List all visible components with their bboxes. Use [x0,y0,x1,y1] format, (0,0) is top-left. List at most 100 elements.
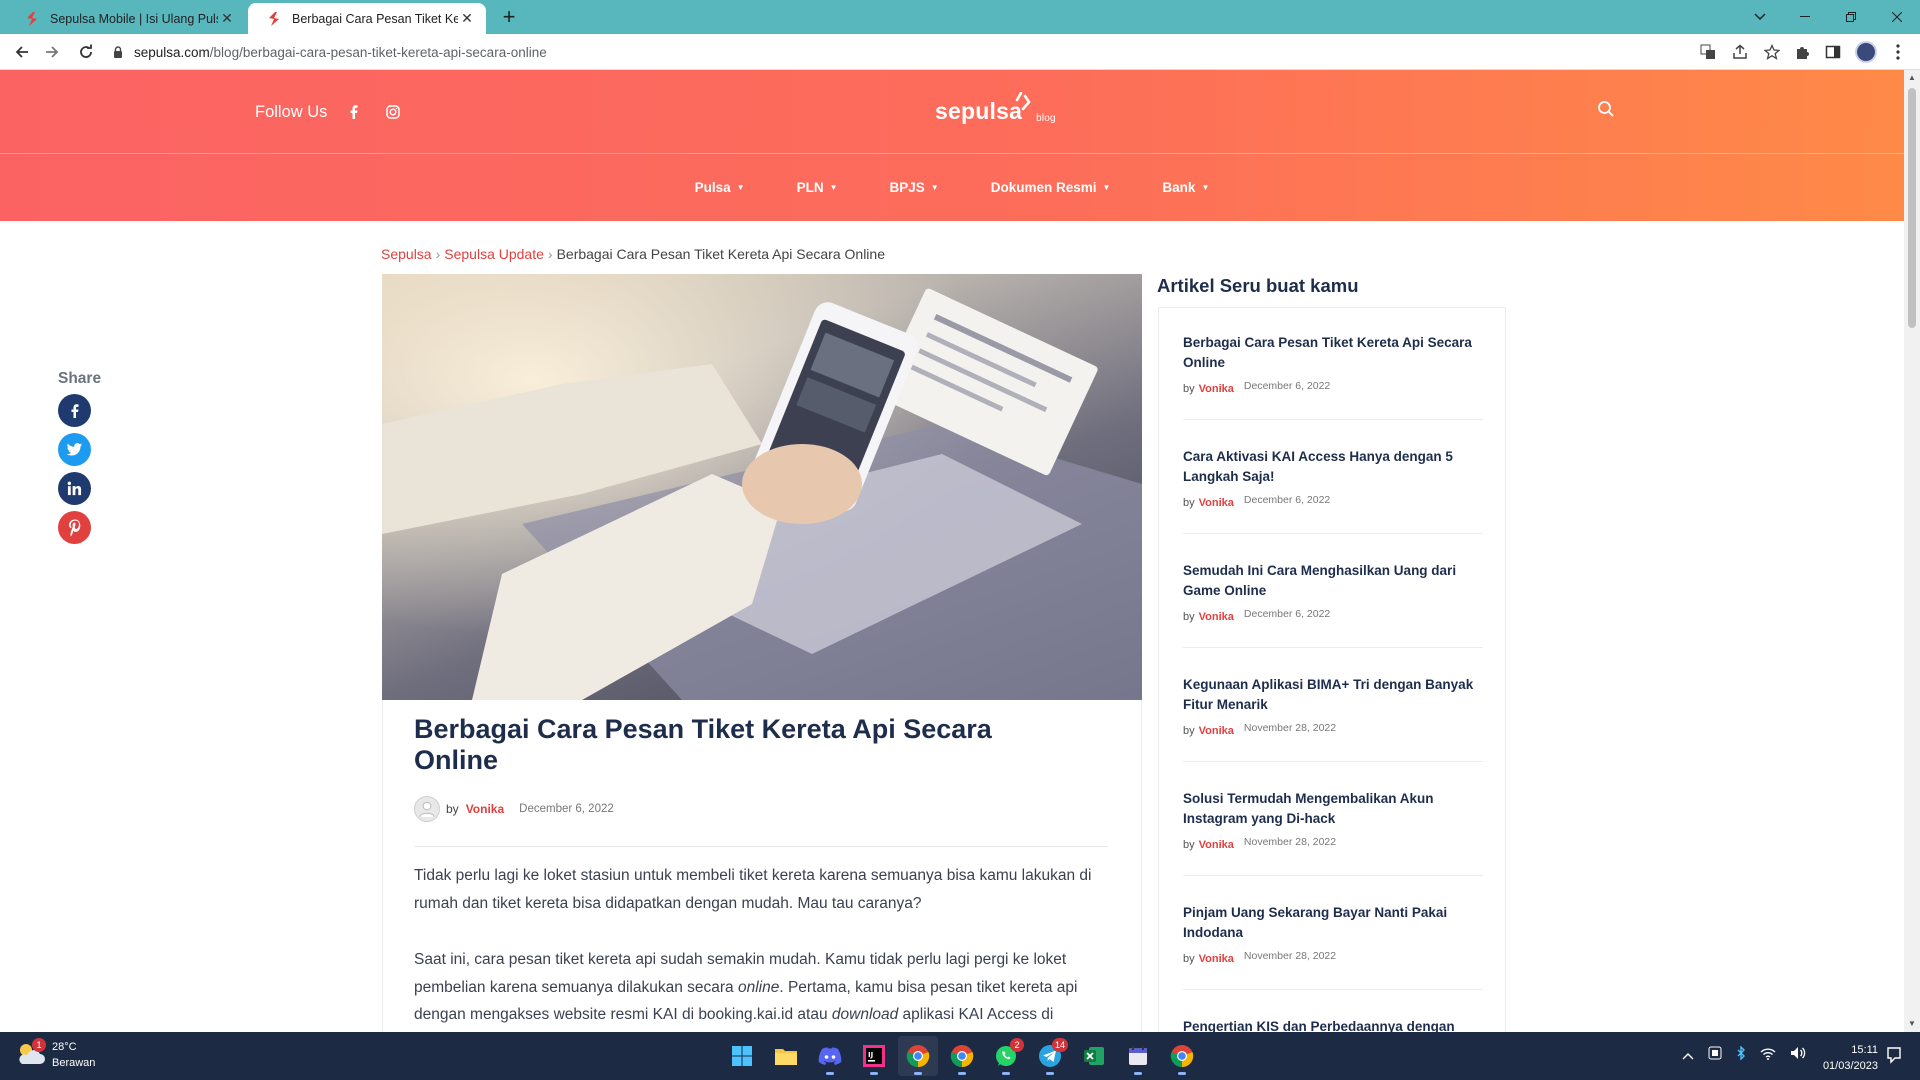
lock-icon[interactable] [110,44,126,60]
author-link[interactable]: Vonika [1199,725,1234,737]
facebook-icon[interactable] [343,102,363,122]
wifi-icon[interactable] [1760,1047,1776,1065]
url-text[interactable]: sepulsa.com/blog/berbagai-cara-pesan-tik… [134,45,547,60]
system-tray [1682,1045,1806,1065]
author-link[interactable]: Vonika [1199,383,1234,395]
related-article-title[interactable]: Pinjam Uang Sekarang Bayar Nanti Pakai I… [1183,903,1483,943]
related-article-title[interactable]: Berbagai Cara Pesan Tiket Kereta Api Sec… [1183,333,1483,373]
weather-widget[interactable]: 1 28°C Berawan [16,1038,95,1071]
restore-button[interactable] [1828,0,1874,34]
author-link[interactable]: Vonika [1199,611,1234,623]
reload-icon[interactable] [72,39,100,65]
author-link[interactable]: Vonika [1199,839,1234,851]
logo-suffix: blog [1036,113,1056,124]
nav-item-bpjs[interactable]: BPJS ▼ [864,180,965,195]
discord-button[interactable] [810,1036,850,1076]
author-link[interactable]: Vonika [1199,953,1234,965]
nav-item-dokumen-resmi[interactable]: Dokumen Resmi ▼ [965,180,1137,195]
nav-item-pulsa[interactable]: Pulsa ▼ [669,180,771,195]
browser-tab-sepulsa-mobile[interactable]: Sepulsa Mobile | Isi Ulang Pulsa S ✕ [6,3,246,34]
onedrive-icon[interactable] [1708,1046,1722,1065]
running-indicator [1002,1072,1010,1075]
author-link[interactable]: Vonika [1199,497,1234,509]
related-article[interactable]: Solusi Termudah Mengembalikan Akun Insta… [1183,789,1483,851]
breadcrumb-link-sepulsa-update[interactable]: Sepulsa Update [444,246,544,262]
scroll-thumb[interactable] [1908,88,1916,328]
instagram-icon[interactable] [383,102,403,122]
related-article[interactable]: Berbagai Cara Pesan Tiket Kereta Api Sec… [1183,333,1483,395]
share-pinterest-button[interactable] [58,511,91,544]
search-icon[interactable] [1597,100,1619,122]
excel-button[interactable] [1074,1036,1114,1076]
url-path: /blog/berbagai-cara-pesan-tiket-kereta-a… [209,44,547,60]
publish-date: November 28, 2022 [1243,950,1337,962]
start-button[interactable] [722,1036,762,1076]
share-facebook-button[interactable] [58,394,91,427]
chrome-button[interactable] [898,1036,938,1076]
related-article[interactable]: Cara Aktivasi KAI Access Hanya dengan 5 … [1183,447,1483,509]
close-tab-icon[interactable]: ✕ [218,10,236,28]
side-panel-icon[interactable] [1823,42,1843,62]
sepulsa-blog-logo[interactable]: sepulsa blog [935,92,1056,125]
tray-overflow-chevron-icon[interactable] [1682,1047,1694,1065]
page-scrollbar[interactable]: ▲ ▼ [1904,70,1920,1032]
related-article-meta: by Vonika November 28, 2022 [1183,836,1483,851]
breadcrumb-link-sepulsa[interactable]: Sepulsa [381,246,432,262]
browser-tab-strip: Sepulsa Mobile | Isi Ulang Pulsa S ✕ Ber… [0,0,1920,34]
clock[interactable]: 15:11 01/03/2023 [1812,1042,1878,1074]
extensions-puzzle-icon[interactable] [1792,42,1812,62]
forward-arrow-icon[interactable] [38,39,66,65]
bookmark-star-icon[interactable] [1762,42,1782,62]
follow-us-label: Follow Us [255,102,328,121]
browser-menu-icon[interactable] [1888,42,1908,62]
author-link[interactable]: Vonika [466,802,504,816]
sepulsa-favicon-icon [27,11,37,26]
twitter-icon [66,442,83,456]
scroll-down-icon[interactable]: ▼ [1904,1016,1920,1032]
close-tab-icon[interactable]: ✕ [458,10,476,28]
window-controls [1782,0,1920,34]
profile-avatar[interactable] [1855,41,1877,63]
back-arrow-icon[interactable] [8,39,36,65]
volume-icon[interactable] [1790,1046,1806,1065]
chrome-profile-2-button[interactable] [942,1036,982,1076]
tab-search-chevron-icon[interactable] [1748,5,1772,29]
cloud-weather-icon: 1 [16,1038,46,1070]
share-linkedin-button[interactable] [58,472,91,505]
share-page-icon[interactable] [1730,42,1750,62]
chrome-profile-3-button[interactable] [1162,1036,1202,1076]
whatsapp-button[interactable]: 2 [986,1036,1026,1076]
breadcrumb-separator: › [547,246,553,262]
running-indicator [826,1072,834,1075]
share-twitter-button[interactable] [58,433,91,466]
related-article-title[interactable]: Semudah Ini Cara Menghasilkan Uang dari … [1183,561,1483,601]
list-divider [1183,875,1483,876]
jetbrains-ide-button[interactable]: IJ [854,1036,894,1076]
nav-label: Dokumen Resmi [990,180,1097,195]
nav-item-bank[interactable]: Bank ▼ [1136,180,1235,195]
related-article[interactable]: Pinjam Uang Sekarang Bayar Nanti Pakai I… [1183,903,1483,965]
telegram-button[interactable]: 14 [1030,1036,1070,1076]
related-article-title[interactable]: Solusi Termudah Mengembalikan Akun Insta… [1183,789,1483,829]
related-articles-list: Berbagai Cara Pesan Tiket Kereta Api Sec… [1158,307,1506,1067]
related-article-title[interactable]: Cara Aktivasi KAI Access Hanya dengan 5 … [1183,447,1483,487]
browser-tab-active-article[interactable]: Berbagai Cara Pesan Tiket Kereta ✕ [248,3,486,34]
author-avatar[interactable] [414,796,440,822]
jetbrains-icon: IJ [863,1045,885,1067]
scroll-up-icon[interactable]: ▲ [1904,70,1920,86]
related-article[interactable]: Kegunaan Aplikasi BIMA+ Tri dengan Banya… [1183,675,1483,737]
bluetooth-icon[interactable] [1736,1045,1746,1065]
nav-item-pln[interactable]: PLN ▼ [771,180,864,195]
related-article[interactable]: Semudah Ini Cara Menghasilkan Uang dari … [1183,561,1483,623]
new-tab-button[interactable]: + [496,5,522,31]
sidebar-title: Artikel Seru buat kamu [1157,275,1359,296]
translate-icon[interactable] [1698,42,1718,62]
list-divider [1183,761,1483,762]
minimize-button[interactable] [1782,0,1828,34]
address-bar[interactable]: sepulsa.com/blog/berbagai-cara-pesan-tik… [110,38,1790,66]
calendar-app-button[interactable] [1118,1036,1158,1076]
close-window-button[interactable] [1874,0,1920,34]
related-article-title[interactable]: Kegunaan Aplikasi BIMA+ Tri dengan Banya… [1183,675,1483,715]
notification-center-icon[interactable] [1886,1046,1904,1064]
file-explorer-button[interactable] [766,1036,806,1076]
